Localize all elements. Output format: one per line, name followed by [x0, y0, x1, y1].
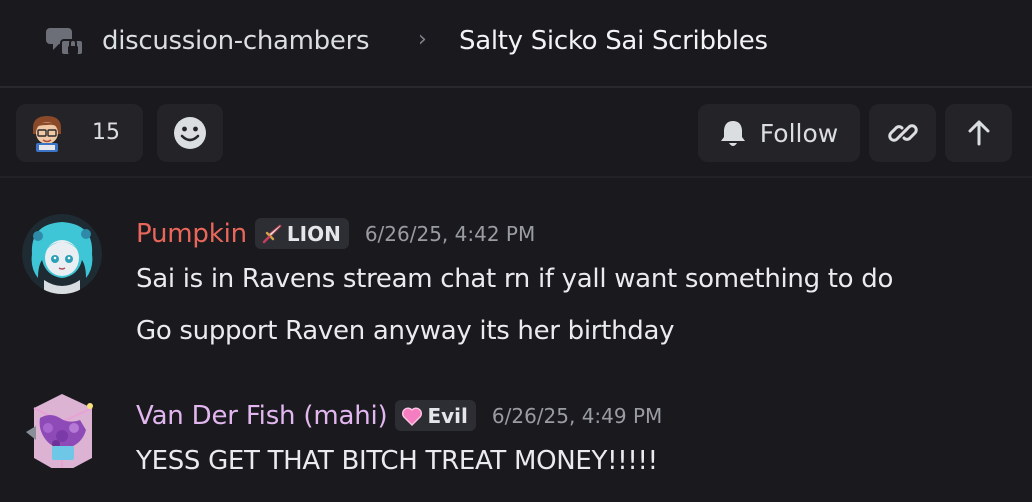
- sword-icon: [262, 223, 282, 243]
- role-tag[interactable]: LION: [254, 218, 349, 249]
- avatar[interactable]: [22, 388, 102, 468]
- bell-icon: [720, 121, 745, 146]
- scroll-to-top-button[interactable]: [945, 104, 1012, 162]
- members-button[interactable]: 15: [16, 104, 143, 162]
- role-tag[interactable]: Evil: [395, 400, 476, 431]
- message-line: Sai is in Ravens stream chat rn if yall …: [136, 264, 894, 294]
- message-line: Go support Raven anyway its her birthday: [136, 316, 675, 346]
- role-tag-label: Evil: [427, 403, 468, 428]
- member-count: 15: [92, 120, 120, 145]
- copy-link-button[interactable]: [869, 104, 936, 162]
- smiley-icon: [174, 117, 206, 149]
- thread-toolbar: 15 Follow: [0, 90, 1032, 178]
- breadcrumb-current-thread: Salty Sicko Sai Scribbles: [459, 26, 768, 56]
- timestamp[interactable]: 6/26/25, 4:49 PM: [492, 404, 662, 428]
- forum-icon: [46, 28, 84, 56]
- follow-button[interactable]: Follow: [698, 104, 860, 162]
- user-avatar-image: [26, 394, 93, 468]
- message-header: Van Der Fish (mahi) Evil 6/26/25, 4:49 P…: [136, 400, 662, 431]
- message-header: Pumpkin LION 6/26/25, 4:42 PM: [136, 218, 535, 249]
- role-tag-label: LION: [286, 221, 341, 246]
- thread-header: discussion-chambers › Salty Sicko Sai Sc…: [0, 0, 1032, 88]
- member-avatar: [33, 116, 61, 152]
- heart-icon: [402, 407, 423, 426]
- follow-label: Follow: [759, 118, 839, 148]
- add-reaction-button[interactable]: [157, 104, 223, 162]
- breadcrumb-parent-channel[interactable]: discussion-chambers: [102, 26, 370, 56]
- avatar[interactable]: [22, 214, 102, 294]
- user-avatar-image: [22, 214, 102, 294]
- arrow-up-icon: [968, 120, 989, 146]
- username[interactable]: Van Der Fish (mahi): [136, 401, 388, 431]
- username[interactable]: Pumpkin: [136, 219, 247, 249]
- link-icon: [887, 124, 918, 142]
- timestamp[interactable]: 6/26/25, 4:42 PM: [365, 222, 535, 246]
- breadcrumb-separator: ›: [418, 27, 427, 52]
- message-line: YESS GET THAT BITCH TREAT MONEY!!!!!: [136, 446, 658, 476]
